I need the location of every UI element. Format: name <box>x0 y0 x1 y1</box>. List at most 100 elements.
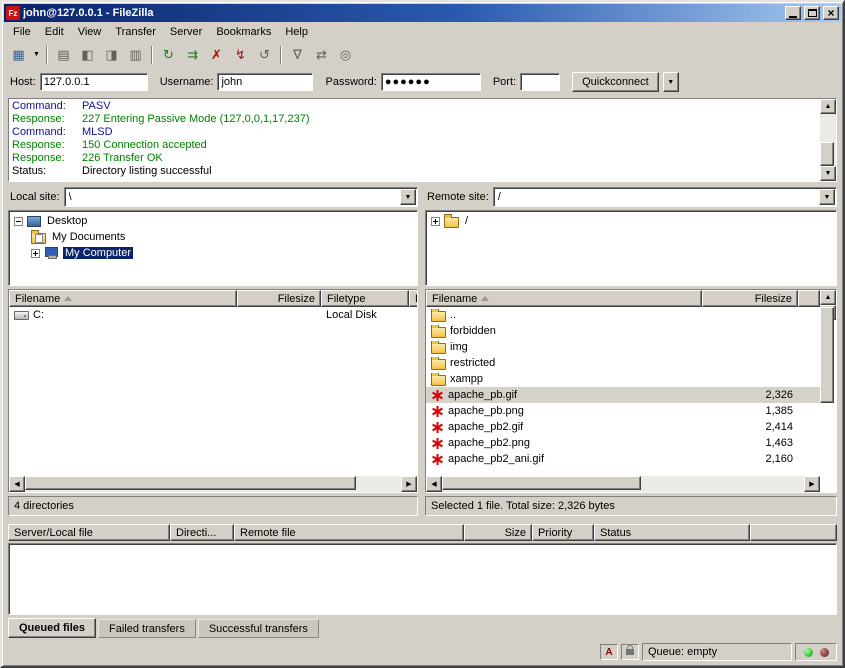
remote-list-row[interactable]: apache_pb.png 1,385 <box>426 403 820 419</box>
scroll-right-icon[interactable]: ▶ <box>804 476 820 492</box>
column-header-size[interactable]: Size <box>464 524 532 541</box>
scrollbar-track[interactable] <box>820 114 836 166</box>
menu-help[interactable]: Help <box>278 24 315 40</box>
reconnect-icon[interactable]: ↺ <box>253 44 276 66</box>
expand-icon[interactable] <box>31 249 40 258</box>
tree-item-root[interactable]: / <box>426 213 836 229</box>
remote-horizontal-scrollbar[interactable]: ◀ ▶ <box>426 476 820 492</box>
close-button[interactable]: × <box>823 6 839 20</box>
scrollbar-thumb[interactable] <box>820 307 834 403</box>
remote-site-combobox[interactable]: / ▼ <box>493 187 837 207</box>
local-site-combobox[interactable]: \ ▼ <box>64 187 418 207</box>
username-input[interactable] <box>217 73 313 91</box>
collapse-icon[interactable] <box>14 217 23 226</box>
column-header-server-local-file[interactable]: Server/Local file <box>8 524 170 541</box>
scrollbar-thumb[interactable] <box>442 476 641 490</box>
pane-splitter[interactable] <box>418 186 425 516</box>
tab-successful-transfers[interactable]: Successful transfers <box>198 619 319 638</box>
local-horizontal-scrollbar[interactable]: ◀ ▶ <box>9 476 417 492</box>
menu-server[interactable]: Server <box>163 24 209 40</box>
menu-bookmarks[interactable]: Bookmarks <box>209 24 278 40</box>
remote-vertical-scrollbar[interactable]: ▲ ▼ <box>820 290 836 320</box>
quickconnect-button[interactable]: Quickconnect <box>572 72 659 92</box>
remote-list-row-selected[interactable]: apache_pb.gif 2,326 <box>426 387 820 403</box>
port-input[interactable] <box>520 73 560 91</box>
column-header-filesize[interactable]: Filesize <box>702 290 798 307</box>
close-icon: × <box>827 8 834 18</box>
column-header-remote-file[interactable]: Remote file <box>234 524 464 541</box>
toggle-local-tree-icon[interactable]: ◧ <box>76 44 99 66</box>
scroll-right-icon[interactable]: ▶ <box>401 476 417 492</box>
maximize-button[interactable] <box>804 6 820 20</box>
transfer-queue-list[interactable] <box>8 543 837 615</box>
remote-list-row[interactable]: .. <box>426 307 820 323</box>
remote-list-row[interactable]: restricted <box>426 355 820 371</box>
remote-list-row[interactable]: apache_pb2_ani.gif 2,160 <box>426 451 820 467</box>
combo-dropdown-icon[interactable]: ▼ <box>400 189 416 205</box>
scroll-left-icon[interactable]: ◀ <box>426 476 442 492</box>
local-directory-tree[interactable]: Desktop My Documents My Computer <box>8 210 418 286</box>
encryption-indicator-icon[interactable] <box>621 644 639 660</box>
column-header-direction[interactable]: Directi... <box>170 524 234 541</box>
compare-icon[interactable]: ⇄ <box>310 44 333 66</box>
column-header-filename[interactable]: Filename <box>9 290 237 307</box>
toggle-message-log-icon[interactable]: ▤ <box>52 44 75 66</box>
tab-queued-files[interactable]: Queued files <box>8 618 96 638</box>
process-queue-icon[interactable]: ⇉ <box>181 44 204 66</box>
menu-view[interactable]: View <box>71 24 109 40</box>
expand-icon[interactable] <box>431 217 440 226</box>
column-header-last-modified[interactable]: L <box>409 290 417 307</box>
title-bar[interactable]: Fz john@127.0.0.1 - FileZilla × <box>4 4 841 22</box>
local-list-row[interactable]: C: Local Disk <box>9 307 417 323</box>
remote-list-row[interactable]: xampp <box>426 371 820 387</box>
column-header-filesize[interactable]: Filesize <box>237 290 321 307</box>
remote-list-row[interactable]: apache_pb2.png 1,463 <box>426 435 820 451</box>
menu-edit[interactable]: Edit <box>38 24 71 40</box>
cancel-icon[interactable]: ✗ <box>205 44 228 66</box>
scrollbar-track[interactable] <box>25 476 401 492</box>
scroll-up-icon[interactable]: ▲ <box>820 99 836 114</box>
remote-list-row[interactable]: img <box>426 339 820 355</box>
password-input[interactable] <box>381 73 481 91</box>
queue-tabs: Queued files Failed transfers Successful… <box>8 618 837 638</box>
quickconnect-bar: Host: Username: Password: Port: Quickcon… <box>4 68 841 96</box>
scroll-up-icon[interactable]: ▲ <box>820 290 836 305</box>
column-header-filetype[interactable]: Filetype <box>321 290 409 307</box>
column-header-status[interactable]: Status <box>594 524 750 541</box>
menu-transfer[interactable]: Transfer <box>108 24 163 40</box>
data-type-indicator-icon[interactable]: A <box>600 644 618 660</box>
remote-directory-tree[interactable]: / <box>425 210 837 286</box>
tab-failed-transfers[interactable]: Failed transfers <box>98 619 196 638</box>
combo-dropdown-icon[interactable]: ▼ <box>819 189 835 205</box>
scrollbar-thumb[interactable] <box>820 142 834 166</box>
remote-list-row[interactable]: apache_pb2.gif 2,414 <box>426 419 820 435</box>
quickconnect-dropdown-icon[interactable]: ▼ <box>663 72 679 92</box>
host-label: Host: <box>10 76 36 88</box>
scrollbar-thumb[interactable] <box>25 476 356 490</box>
toggle-queue-icon[interactable]: ▥ <box>124 44 147 66</box>
disconnect-icon[interactable]: ↯ <box>229 44 252 66</box>
scroll-down-icon[interactable]: ▼ <box>820 166 836 181</box>
minimize-button[interactable] <box>785 6 801 20</box>
local-status-bar: 4 directories <box>8 496 418 516</box>
tree-item-my-computer[interactable]: My Computer <box>9 245 417 261</box>
menu-file[interactable]: File <box>6 24 38 40</box>
host-input[interactable] <box>40 73 148 91</box>
remote-list-row[interactable]: forbidden <box>426 323 820 339</box>
toolbar: ▦ ▼ ▤ ◧ ◨ ▥ ↻ ⇉ ✗ ↯ ↺ ∇ ⇄ ◎ <box>4 41 841 68</box>
column-header-priority[interactable]: Priority <box>532 524 594 541</box>
tree-item-my-documents[interactable]: My Documents <box>9 229 417 245</box>
tree-item-desktop[interactable]: Desktop <box>9 213 417 229</box>
log-vertical-scrollbar[interactable]: ▲ ▼ <box>820 99 836 181</box>
log-line: Response:226 Transfer OK <box>12 152 817 165</box>
scrollbar-track[interactable] <box>442 476 804 492</box>
refresh-icon[interactable]: ↻ <box>157 44 180 66</box>
filter-icon[interactable]: ∇ <box>286 44 309 66</box>
column-header-filename[interactable]: Filename <box>426 290 702 307</box>
site-manager-dropdown-icon[interactable]: ▼ <box>31 44 42 66</box>
site-manager-icon[interactable]: ▦ <box>7 44 30 66</box>
find-icon[interactable]: ◎ <box>334 44 357 66</box>
scroll-left-icon[interactable]: ◀ <box>9 476 25 492</box>
toggle-remote-tree-icon[interactable]: ◨ <box>100 44 123 66</box>
local-pane: Local site: \ ▼ Desktop My Documents <box>8 186 418 516</box>
